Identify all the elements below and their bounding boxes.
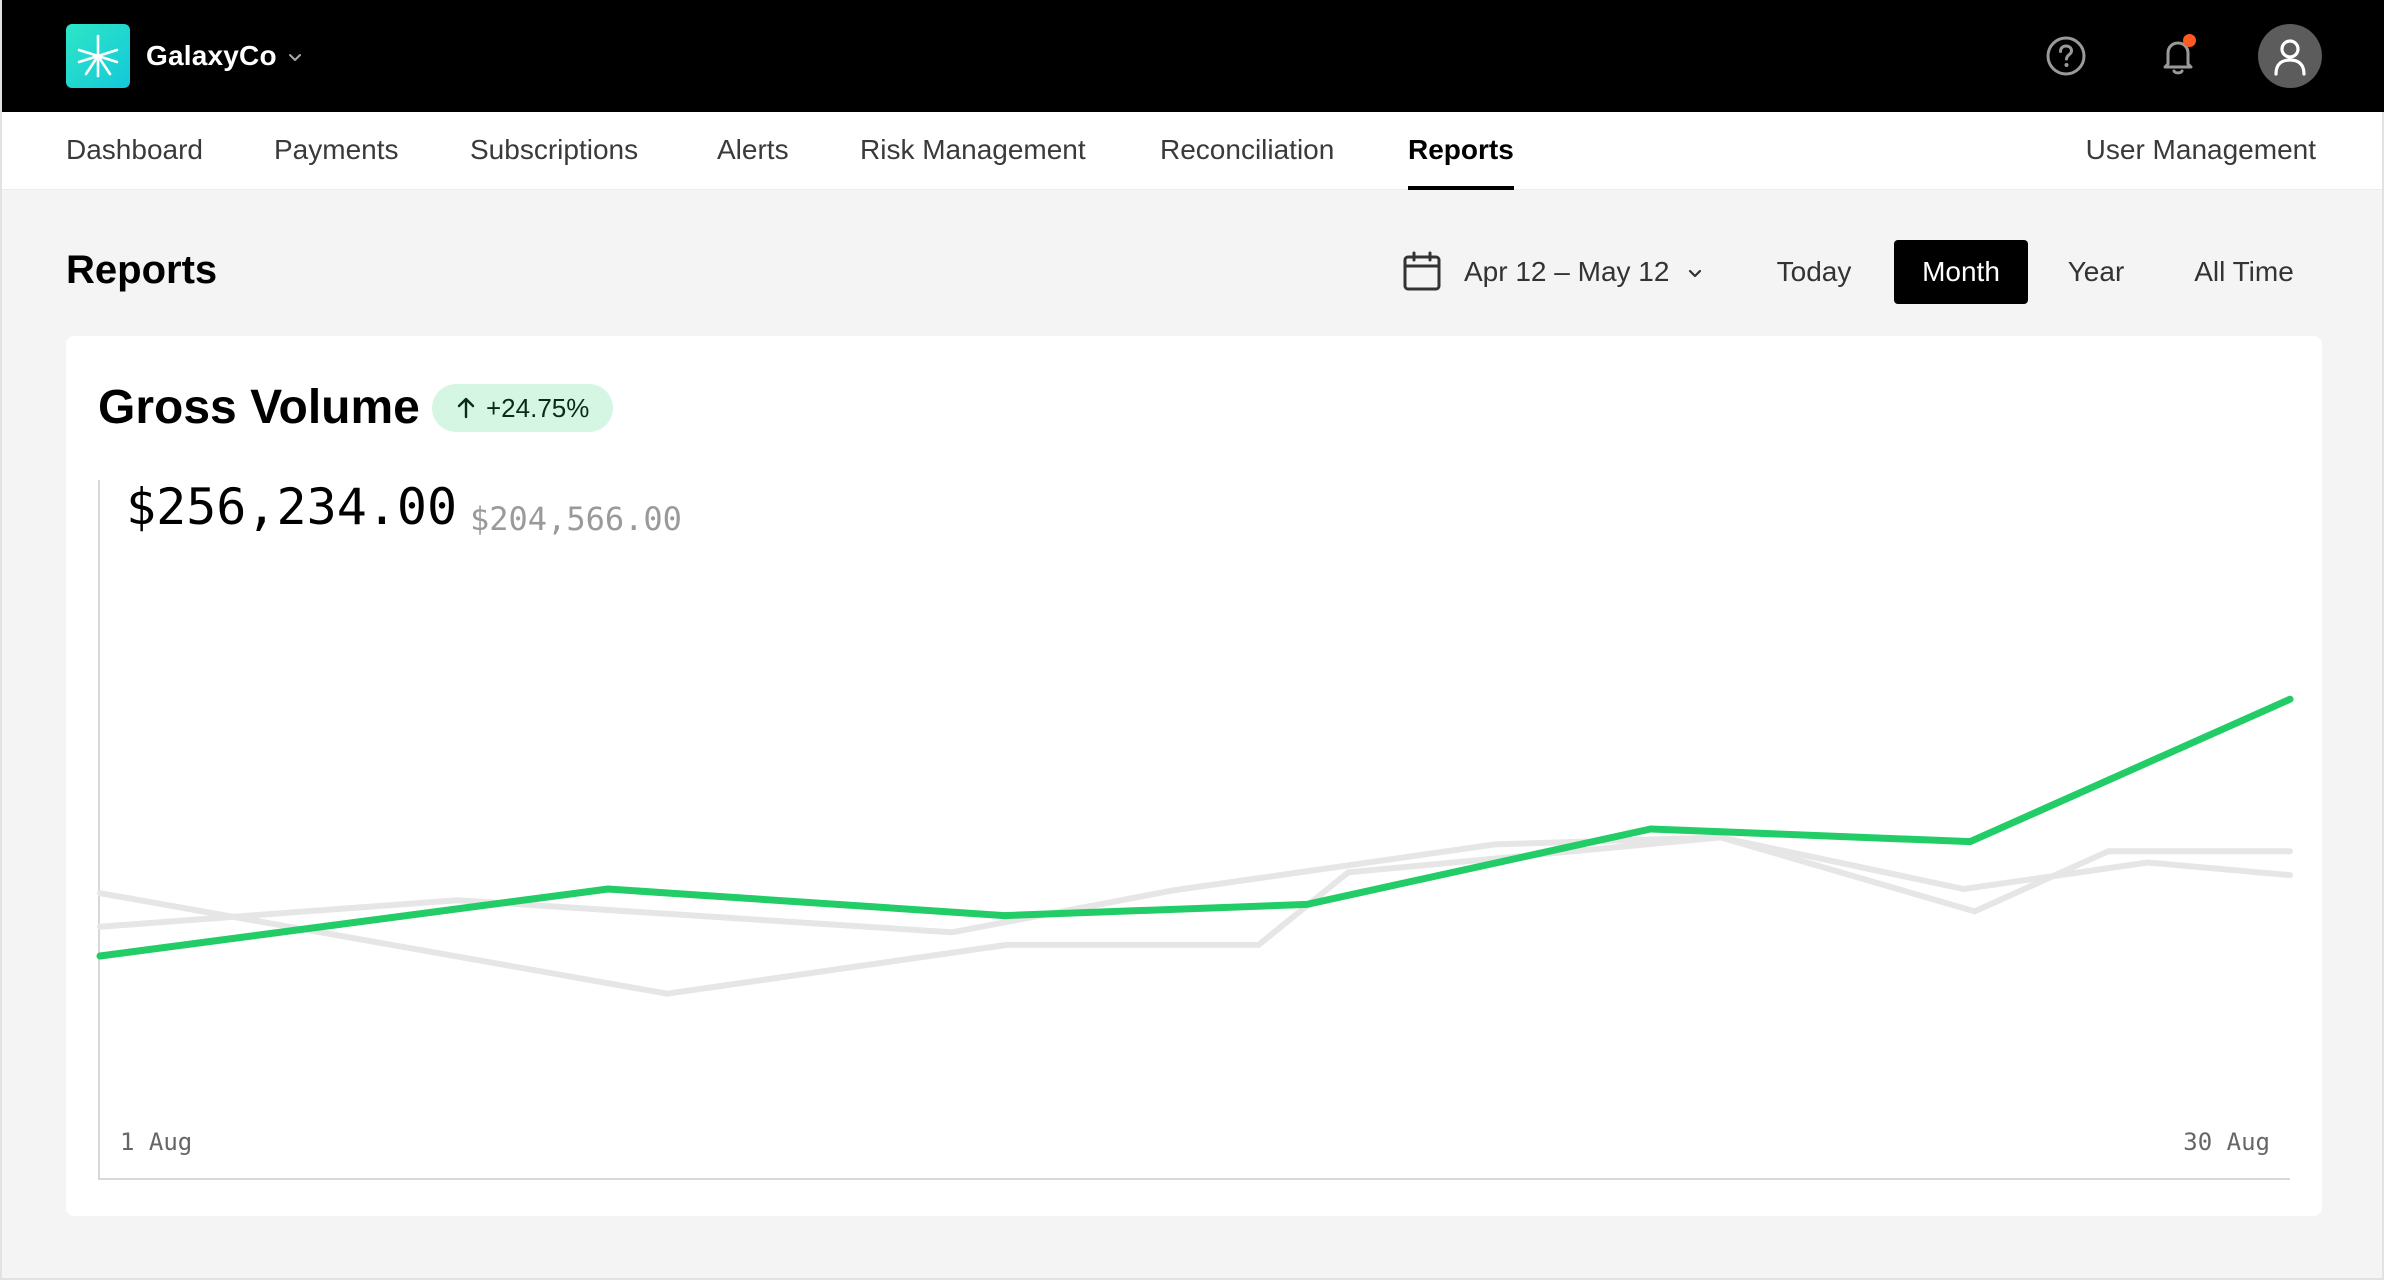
asterisk-logo-icon (66, 24, 130, 88)
gross-volume-value: $256,234.00 (126, 478, 458, 536)
calendar-icon (1403, 251, 1441, 291)
chevron-down-icon (288, 54, 301, 61)
nav-item-risk-management[interactable]: Risk Management (860, 112, 1086, 190)
arrow-up-icon (457, 397, 475, 419)
range-month-button[interactable]: Month (1894, 240, 2028, 304)
range-year-button[interactable]: Year (2048, 240, 2144, 304)
x-tick-end: 30 Aug (2183, 1128, 2270, 1156)
card-title: Gross Volume (98, 381, 420, 434)
range-all-time-button[interactable]: All Time (2172, 240, 2316, 304)
nav-item-user-management[interactable]: User Management (2086, 112, 2316, 190)
date-range-picker[interactable]: Apr 12 – May 12 (1402, 246, 1703, 298)
nav-item-reconciliation[interactable]: Reconciliation (1160, 112, 1334, 190)
org-name: GalaxyCo (146, 40, 277, 71)
gross-volume-card: Gross Volume +24.75% $256,234.00 $204,56… (66, 336, 2322, 1216)
user-icon (2274, 39, 2306, 76)
org-switcher[interactable]: GalaxyCo (66, 24, 303, 88)
user-avatar[interactable] (2258, 24, 2322, 88)
previous-period-value: $204,566.00 (470, 500, 682, 538)
series-line-current (96, 695, 2294, 960)
bell-icon[interactable] (2146, 24, 2210, 88)
nav-item-subscriptions[interactable]: Subscriptions (470, 112, 638, 190)
help-circle-icon[interactable] (2034, 24, 2098, 88)
nav-item-dashboard[interactable]: Dashboard (66, 112, 203, 190)
date-range-label: Apr 12 – May 12 (1464, 256, 1670, 287)
range-today-button[interactable]: Today (1754, 240, 1874, 304)
nav-item-payments[interactable]: Payments (274, 112, 399, 190)
page-title: Reports (66, 248, 218, 292)
nav-item-reports[interactable]: Reports (1408, 112, 1514, 190)
notification-dot (2183, 34, 2196, 47)
app-frame: GalaxyCo Dashboard Payments Subscription… (0, 0, 2384, 1280)
change-value: +24.75% (486, 392, 590, 423)
x-tick-start: 1 Aug (120, 1128, 193, 1156)
top-bar: GalaxyCo (2, 0, 2384, 112)
main-nav: Dashboard Payments Subscriptions Alerts … (2, 112, 2382, 190)
nav-item-alerts[interactable]: Alerts (717, 112, 789, 190)
chevron-down-icon (1689, 269, 1702, 278)
gross-volume-chart (96, 695, 2294, 997)
series-line-comparison-1 (97, 834, 2293, 936)
change-badge: +24.75% (432, 384, 614, 432)
